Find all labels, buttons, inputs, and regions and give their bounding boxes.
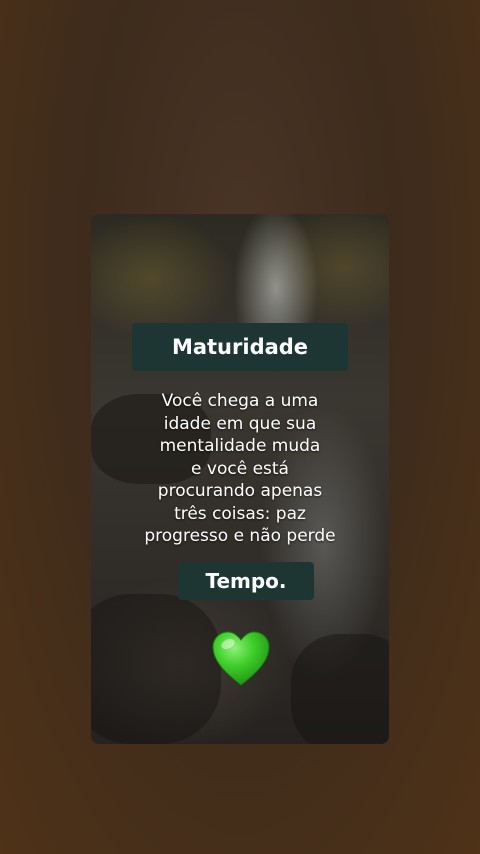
background-rock: [91, 594, 221, 744]
background-rock: [291, 634, 389, 744]
footer-label: Tempo.: [178, 562, 314, 600]
quote-text: Você chega a uma idade em que sua mental…: [144, 391, 336, 546]
story-card: Maturidade Você chega a uma idade em que…: [91, 214, 389, 744]
green-heart-icon: [212, 631, 270, 686]
title-label: Maturidade: [132, 323, 348, 371]
